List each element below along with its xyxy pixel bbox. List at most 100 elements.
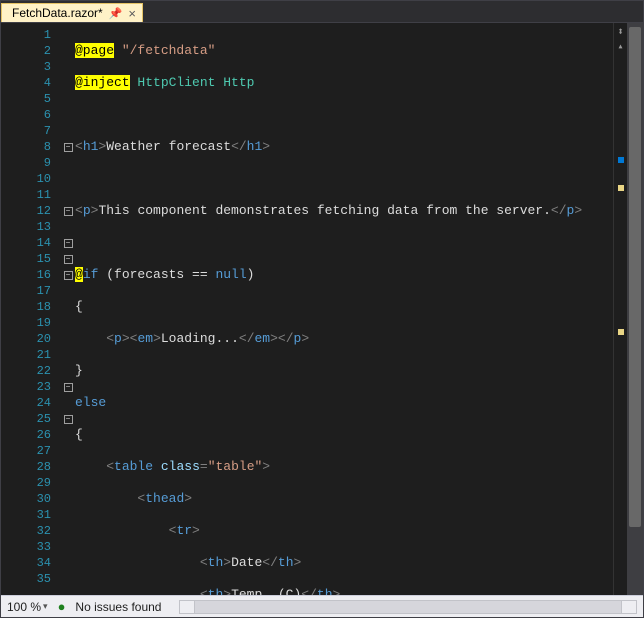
chevron-down-icon: ▾ [43,601,48,612]
fold-slot: − [61,411,75,427]
zoom-value: 100 % [7,600,41,614]
fold-slot [61,427,75,443]
fold-toggle-icon[interactable]: − [64,239,73,248]
fold-toggle-icon[interactable]: − [64,143,73,152]
fold-toggle-icon[interactable]: − [64,207,73,216]
fold-slot [61,43,75,59]
line-number: 31 [1,507,61,523]
fold-toggle-icon[interactable]: − [64,271,73,280]
line-number: 29 [1,475,61,491]
split-editor-icon[interactable]: ⬍ [614,25,627,39]
line-number: 1 [1,27,61,43]
fold-slot: − [61,251,75,267]
tab-bar: FetchData.razor* 📌 × [1,1,643,23]
line-number: 18 [1,299,61,315]
code-content[interactable]: @page "/fetchdata" @inject HttpClient Ht… [75,23,613,595]
fold-toggle-icon[interactable]: − [64,255,73,264]
fold-slot [61,315,75,331]
line-number: 34 [1,555,61,571]
annotation-mark[interactable] [618,329,624,335]
fold-slot [61,187,75,203]
line-number: 17 [1,283,61,299]
line-number: 22 [1,363,61,379]
line-number: 8 [1,139,61,155]
line-number: 15 [1,251,61,267]
line-number: 32 [1,523,61,539]
fold-slot [61,219,75,235]
line-number: 16 [1,267,61,283]
annotation-ruler[interactable]: ⬍ ▴ [613,23,627,595]
code-editor[interactable]: 1234567891011121314151617181920212223242… [1,23,643,595]
line-number: 35 [1,571,61,587]
tab-title: FetchData.razor* [12,6,103,20]
issues-text[interactable]: No issues found [75,600,161,614]
line-number: 2 [1,43,61,59]
annotation-mark[interactable] [618,157,624,163]
fold-slot [61,107,75,123]
line-number: 9 [1,155,61,171]
line-number: 3 [1,59,61,75]
vertical-scrollbar[interactable] [627,23,643,595]
line-number: 5 [1,91,61,107]
line-number: 10 [1,171,61,187]
fold-slot: − [61,203,75,219]
fold-slot [61,331,75,347]
fold-slot [61,75,75,91]
pin-icon[interactable]: 📌 [109,7,123,20]
fold-gutter[interactable]: − − − − − − − [61,23,75,595]
fold-slot [61,299,75,315]
horizontal-scrollbar[interactable] [179,600,637,614]
fold-slot: − [61,379,75,395]
line-number-gutter: 1234567891011121314151617181920212223242… [1,23,61,595]
fold-slot [61,155,75,171]
line-number: 21 [1,347,61,363]
line-number: 13 [1,219,61,235]
scroll-up-icon[interactable]: ▴ [614,41,627,53]
check-icon: ● [58,599,66,614]
fold-slot [61,123,75,139]
fold-slot: − [61,139,75,155]
line-number: 11 [1,187,61,203]
fold-slot: − [61,267,75,283]
line-number: 23 [1,379,61,395]
line-number: 12 [1,203,61,219]
line-number: 20 [1,331,61,347]
fold-slot [61,555,75,571]
fold-slot [61,507,75,523]
line-number: 27 [1,443,61,459]
status-bar: 100 % ▾ ● No issues found [1,595,643,617]
line-number: 30 [1,491,61,507]
fold-slot [61,347,75,363]
fold-slot [61,283,75,299]
line-number: 19 [1,315,61,331]
line-number: 6 [1,107,61,123]
fold-slot [61,459,75,475]
zoom-level[interactable]: 100 % ▾ [7,600,48,614]
scrollbar-thumb[interactable] [629,27,641,527]
fold-slot [61,59,75,75]
fold-slot [61,491,75,507]
fold-slot [61,475,75,491]
line-number: 14 [1,235,61,251]
fold-slot [61,523,75,539]
fold-toggle-icon[interactable]: − [64,383,73,392]
fold-slot [61,91,75,107]
fold-slot [61,443,75,459]
line-number: 28 [1,459,61,475]
fold-slot [61,571,75,587]
fold-slot [61,171,75,187]
fold-slot [61,539,75,555]
annotation-mark[interactable] [618,185,624,191]
fold-slot [61,363,75,379]
fold-slot [61,27,75,43]
line-number: 26 [1,427,61,443]
line-number: 7 [1,123,61,139]
fold-slot [61,395,75,411]
line-number: 33 [1,539,61,555]
fold-toggle-icon[interactable]: − [64,415,73,424]
line-number: 25 [1,411,61,427]
line-number: 4 [1,75,61,91]
close-icon[interactable]: × [128,7,136,20]
file-tab[interactable]: FetchData.razor* 📌 × [1,3,143,22]
fold-slot: − [61,235,75,251]
